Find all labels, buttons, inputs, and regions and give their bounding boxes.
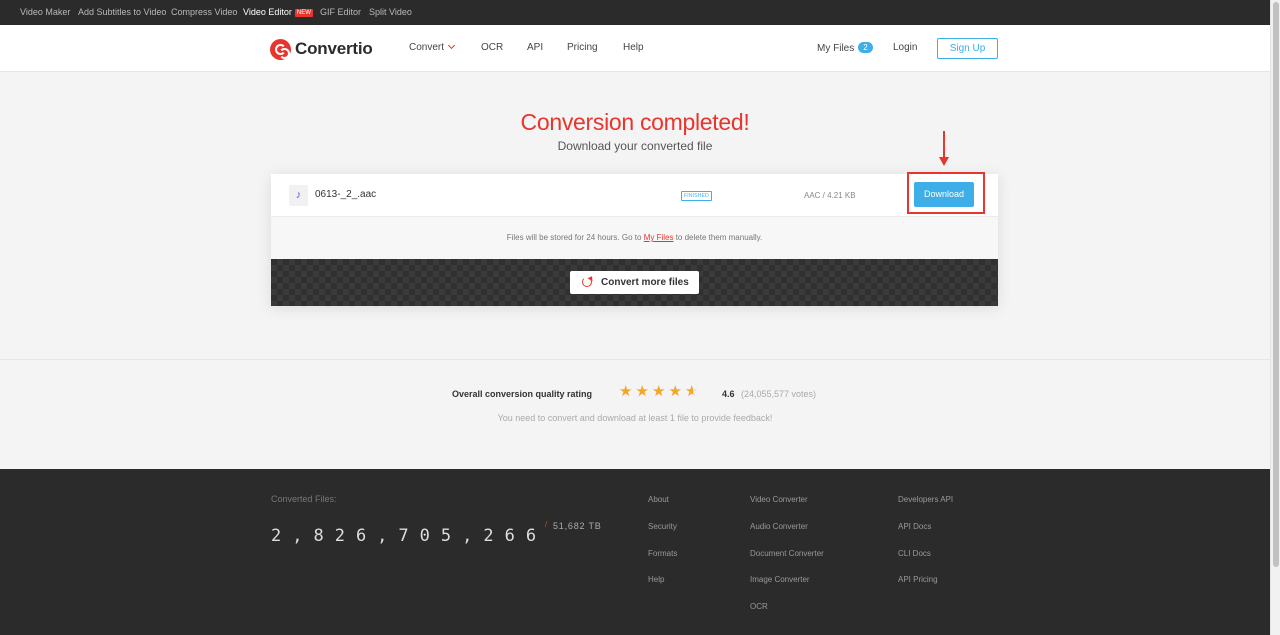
footer-link-about[interactable]: About bbox=[648, 495, 669, 504]
rating-label: Overall conversion quality rating bbox=[452, 389, 593, 399]
nav-pricing[interactable]: Pricing bbox=[567, 42, 598, 53]
footer-link-ocr[interactable]: OCR bbox=[750, 602, 768, 611]
footer-link-document-converter[interactable]: Document Converter bbox=[750, 549, 824, 558]
nav-convert-label: Convert bbox=[409, 42, 445, 53]
annotation-arrow-head-icon bbox=[939, 157, 949, 166]
footer-link-security[interactable]: Security bbox=[648, 522, 677, 531]
star-fill: ★ bbox=[685, 384, 694, 400]
conversion-card: ♪ 0613-_2_.aac FINISHED AAC / 4.21 KB Do… bbox=[271, 172, 998, 306]
converted-files-counter: 2,826,705,266 bbox=[271, 526, 548, 546]
login-link[interactable]: Login bbox=[893, 42, 917, 53]
star-icon: ★ ★ bbox=[635, 383, 649, 400]
footer-link-api-docs[interactable]: API Docs bbox=[898, 522, 931, 531]
footer-link-developers-api[interactable]: Developers API bbox=[898, 495, 953, 504]
star-icon: ★ ★ bbox=[685, 383, 699, 400]
rating-votes: (24,055,577 votes) bbox=[741, 389, 817, 399]
refresh-icon bbox=[582, 277, 592, 287]
nav-convert[interactable]: Convert bbox=[409, 41, 456, 53]
rating-note: You need to convert and download at leas… bbox=[497, 413, 773, 423]
scrollbar-thumb[interactable] bbox=[1273, 2, 1279, 567]
footer-link-audio-converter[interactable]: Audio Converter bbox=[750, 522, 808, 531]
footer-link-image-converter[interactable]: Image Converter bbox=[750, 575, 810, 584]
converted-files-label: Converted Files: bbox=[271, 494, 337, 504]
nav-ocr[interactable]: OCR bbox=[481, 42, 503, 53]
storage-notice-suffix: to delete them manually. bbox=[675, 233, 763, 242]
convertio-logo-icon bbox=[270, 38, 291, 60]
my-files-link[interactable]: My Files 2 bbox=[817, 42, 873, 54]
main-header: Convertio Convert OCR API Pricing Help M… bbox=[0, 25, 1270, 72]
convert-more-bar: Convert more files bbox=[271, 259, 998, 306]
new-badge: NEW bbox=[294, 9, 313, 17]
tb-slash: / bbox=[545, 520, 548, 529]
nav-api[interactable]: API bbox=[527, 42, 543, 53]
star-icon: ★ ★ bbox=[652, 383, 666, 400]
top-bar: Video Maker Add Subtitles to Video Compr… bbox=[0, 0, 1270, 25]
file-row: ♪ 0613-_2_.aac FINISHED AAC / 4.21 KB Do… bbox=[271, 172, 998, 217]
footer-link-cli-docs[interactable]: CLI Docs bbox=[898, 549, 931, 558]
topbar-link-video-editor-label: Video Editor bbox=[243, 7, 292, 17]
page-scrollbar[interactable] bbox=[1270, 0, 1280, 635]
star-fill: ★ bbox=[619, 384, 633, 400]
sign-up-button[interactable]: Sign Up bbox=[937, 38, 998, 59]
topbar-link-video-editor[interactable]: Video Editor NEW bbox=[243, 7, 313, 17]
my-files-count-badge: 2 bbox=[858, 42, 873, 53]
chevron-down-icon bbox=[447, 41, 456, 50]
star-fill: ★ bbox=[652, 384, 666, 400]
storage-notice-prefix: Files will be stored for 24 hours. Go to bbox=[506, 233, 642, 242]
topbar-link-add-subtitles[interactable]: Add Subtitles to Video bbox=[78, 7, 166, 17]
page-subtitle: Download your converted file bbox=[557, 139, 713, 153]
file-name: 0613-_2_.aac bbox=[315, 189, 377, 200]
file-format-size: AAC / 4.21 KB bbox=[804, 191, 856, 200]
convertio-logo[interactable]: Convertio bbox=[270, 37, 373, 61]
annotation-arrow-line bbox=[943, 131, 945, 159]
topbar-link-compress-video[interactable]: Compress Video bbox=[171, 7, 237, 17]
footer-link-video-converter[interactable]: Video Converter bbox=[750, 495, 808, 504]
download-button[interactable]: Download bbox=[914, 182, 974, 207]
topbar-link-split-video[interactable]: Split Video bbox=[369, 7, 412, 17]
star-fill: ★ bbox=[635, 384, 649, 400]
my-files-inline-link[interactable]: My Files bbox=[644, 233, 674, 242]
star-icon: ★ ★ bbox=[619, 383, 633, 400]
status-badge: FINISHED bbox=[681, 191, 712, 201]
footer-link-formats[interactable]: Formats bbox=[648, 549, 677, 558]
converted-tb-value: 51,682 TB bbox=[553, 521, 602, 531]
footer: Converted Files: 2,826,705,266 / 51,682 … bbox=[0, 469, 1270, 635]
topbar-link-gif-editor[interactable]: GIF Editor bbox=[320, 7, 361, 17]
star-icon: ★ ★ bbox=[668, 383, 682, 400]
convert-more-button[interactable]: Convert more files bbox=[570, 271, 699, 294]
rating-score: 4.6 bbox=[722, 389, 735, 399]
rating-section: Overall conversion quality rating ★ ★ ★ ★ ★ ★… bbox=[0, 359, 1270, 469]
music-note-icon: ♪ bbox=[289, 185, 308, 206]
footer-link-help[interactable]: Help bbox=[648, 575, 664, 584]
convert-more-label: Convert more files bbox=[601, 277, 689, 288]
nav-help[interactable]: Help bbox=[623, 42, 644, 53]
star-fill: ★ bbox=[668, 384, 682, 400]
footer-link-api-pricing[interactable]: API Pricing bbox=[898, 575, 938, 584]
storage-notice: Files will be stored for 24 hours. Go to… bbox=[271, 217, 998, 259]
my-files-label: My Files bbox=[817, 43, 855, 54]
logo-text: Convertio bbox=[295, 39, 373, 58]
rating-stars: ★ ★ ★ ★ ★ ★ ★ ★ ★ ★ bbox=[619, 384, 702, 400]
topbar-link-video-maker[interactable]: Video Maker bbox=[20, 7, 70, 17]
page-title: Conversion completed! bbox=[520, 109, 750, 135]
